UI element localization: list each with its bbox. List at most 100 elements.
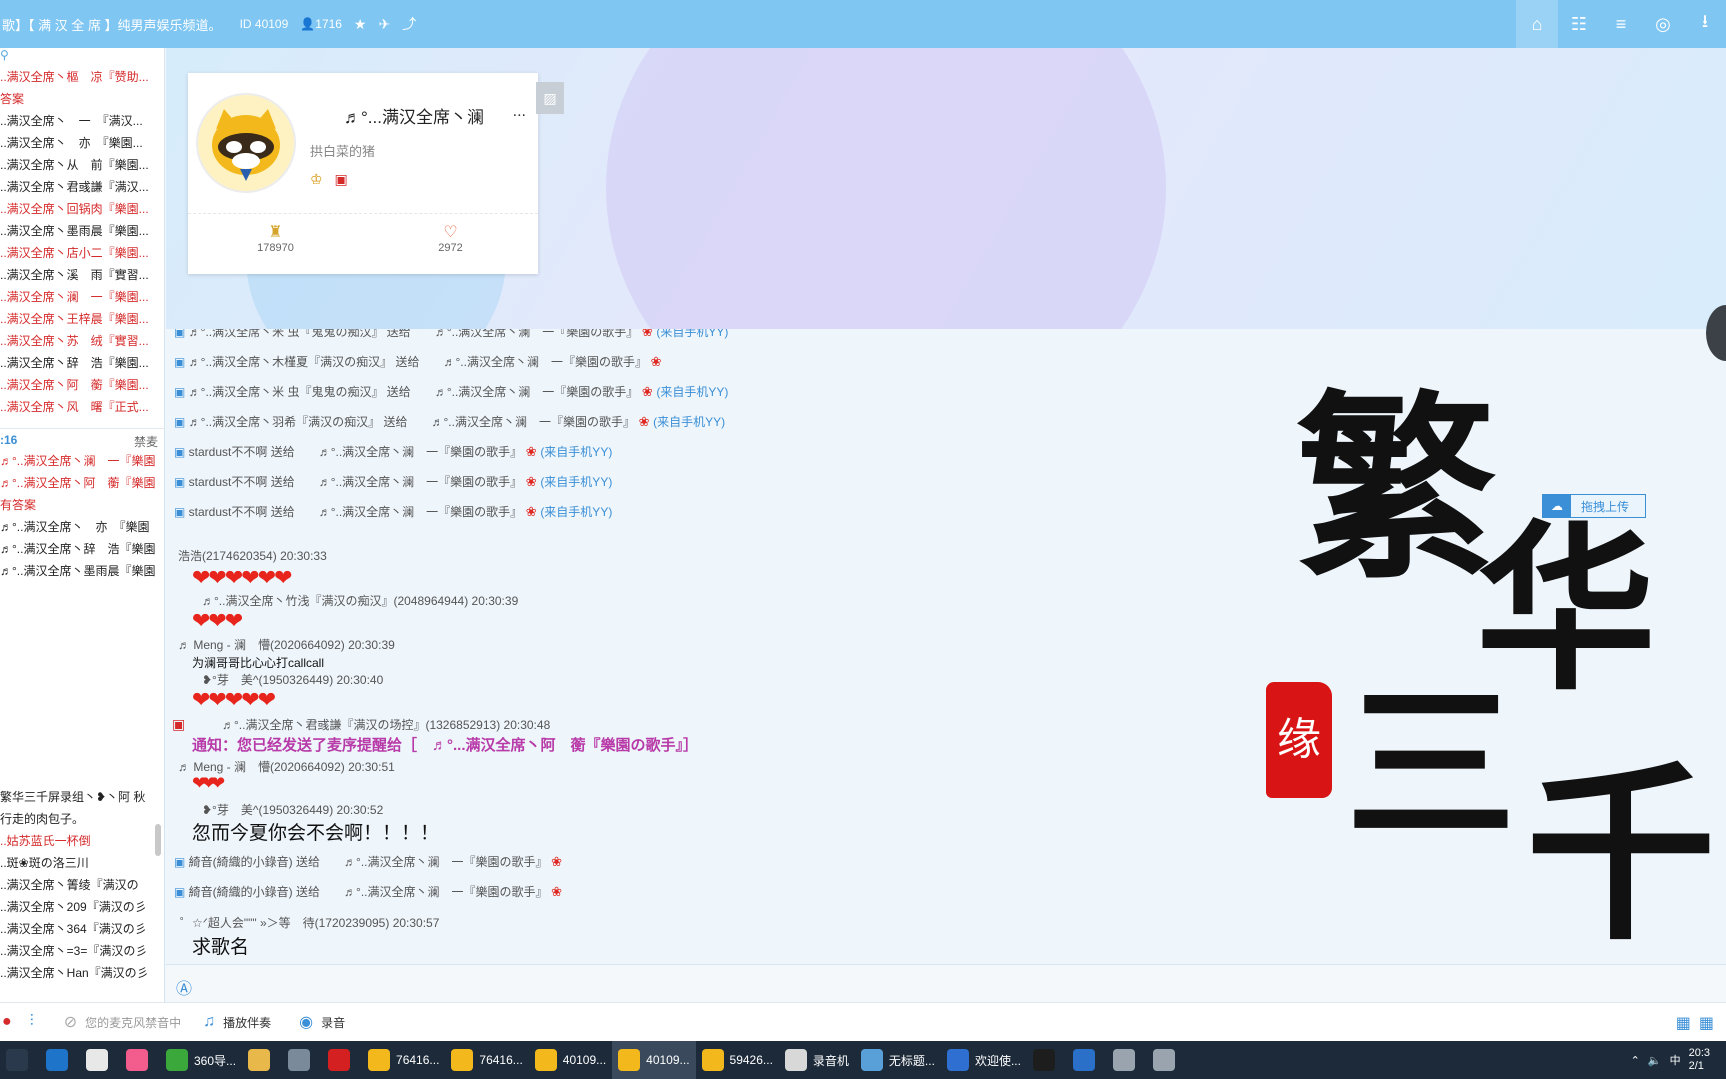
gift-receiver: ♬°..满汉全席丶澜 一『樂園の歌手』: [318, 475, 523, 489]
member-list-item[interactable]: ..满汉全席丶从 前『樂園...: [0, 154, 164, 176]
mic-queue-item[interactable]: 有答案: [0, 494, 164, 516]
anchor-name: ♬°...满汉全席丶澜: [344, 108, 484, 127]
mic-muted-status: ⊘ 您的麦克风禁音中: [64, 1012, 181, 1032]
scrollbar[interactable]: [155, 824, 161, 856]
plane-icon[interactable]: ✈: [378, 16, 390, 33]
list-icon[interactable]: ≡: [1600, 0, 1642, 48]
taskbar-item[interactable]: [282, 1041, 322, 1079]
member-list-item[interactable]: ..满汉全席丶辞 浩『樂園...: [0, 352, 164, 374]
trophy-stat[interactable]: ♜ 178970: [188, 214, 363, 274]
mic-muted-label: 您的麦克风禁音中: [85, 1015, 182, 1030]
member-list-item[interactable]: ..满汉全席丶王梓晨『樂園...: [0, 308, 164, 330]
audience-list-item[interactable]: 繁华三千屏录组丶❥丶阿 秋: [0, 786, 164, 808]
mute-mic-button[interactable]: 禁麦: [134, 433, 158, 450]
mic-queue-item[interactable]: ♬°..满汉全席丶墨雨晨『樂園: [0, 560, 164, 582]
member-list-item[interactable]: ..满汉全席丶 亦 『樂園...: [0, 132, 164, 154]
taskbar-item[interactable]: [1147, 1041, 1187, 1079]
gift-source: (来自手机YY): [540, 475, 613, 489]
drag-upload-button[interactable]: ☁ 拖拽上传: [1542, 494, 1646, 518]
taskbar-item[interactable]: [322, 1041, 362, 1079]
mic-queue-item[interactable]: ♬°..满汉全席丶辞 浩『樂園: [0, 538, 164, 560]
phone-icon: ▣: [174, 885, 189, 899]
member-list-item[interactable]: 答案: [0, 88, 164, 110]
taskbar-item[interactable]: [120, 1041, 160, 1079]
mic-queue-item[interactable]: ♬°..满汉全席丶澜 一『樂園: [0, 450, 164, 472]
contacts-icon[interactable]: ☷: [1558, 0, 1600, 48]
home-icon[interactable]: ⌂: [1516, 0, 1558, 48]
system-tray: ⌃ 🔈 中 20:3 2/1: [1631, 1041, 1726, 1079]
font-style-icon[interactable]: Ⓐ: [176, 975, 192, 999]
audience-list-item[interactable]: ..满汉全席丶364『满汉の彡: [0, 918, 164, 940]
more-button[interactable]: ...: [513, 103, 526, 121]
taskbar-item[interactable]: [1107, 1041, 1147, 1079]
phone-icon: ▣: [174, 475, 189, 489]
audience-list-item[interactable]: ..满汉全席丶=3=『满汉の彡: [0, 940, 164, 962]
taskbar-item[interactable]: 360导...: [160, 1041, 242, 1079]
member-list-item[interactable]: ..满汉全席丶苏 绒『實習...: [0, 330, 164, 352]
member-list-item[interactable]: ..满汉全席丶君彧謙『满汉...: [0, 176, 164, 198]
gift-receiver: ♬°..满汉全席丶澜 一『樂園の歌手』: [344, 885, 548, 899]
taskbar-item[interactable]: 40109...: [612, 1041, 696, 1079]
taskbar-item[interactable]: [1027, 1041, 1067, 1079]
taskbar-item[interactable]: 59426...: [696, 1041, 779, 1079]
share-icon[interactable]: ⤴: [402, 14, 416, 34]
taskbar-item[interactable]: 40109...: [529, 1041, 612, 1079]
audience-list-item[interactable]: ..斑❀斑の洛三川: [0, 852, 164, 874]
play-accompaniment-button[interactable]: ♫ 播放伴奏: [203, 1013, 271, 1031]
member-list-item[interactable]: ..满汉全席丶店小二『樂園...: [0, 242, 164, 264]
taskbar-item[interactable]: [40, 1041, 80, 1079]
mic-queue-item[interactable]: ♬°..满汉全席丶 亦 『樂園: [0, 516, 164, 538]
taskbar-item[interactable]: [1067, 1041, 1107, 1079]
rose-icon: ❀: [522, 474, 541, 489]
audience-list-item[interactable]: ..姑苏蓝氏一杯倒: [0, 830, 164, 852]
taskbar-item-label: 59426...: [729, 1053, 773, 1067]
member-list-item[interactable]: ..满汉全席丶风 曙『正式...: [0, 396, 164, 418]
taskbar-item[interactable]: [0, 1041, 40, 1079]
member-list-item[interactable]: ..满汉全席丶墨雨晨『樂園...: [0, 220, 164, 242]
clock[interactable]: 20:3 2/1: [1689, 1047, 1718, 1073]
taskbar-item[interactable]: 录音机: [779, 1041, 855, 1079]
ime-indicator[interactable]: 中: [1670, 1052, 1681, 1068]
raccoon-avatar-icon: [212, 109, 280, 181]
download-icon[interactable]: ⭳: [1684, 0, 1726, 48]
gamepad-icon[interactable]: ◎: [1642, 0, 1684, 48]
grid-icon[interactable]: ▦: [1699, 1015, 1722, 1032]
member-list-item[interactable]: ..满汉全席丶阿 蘅『樂園...: [0, 374, 164, 396]
taskbar-item[interactable]: 无标题...: [855, 1041, 941, 1079]
search-icon[interactable]: ⚲: [0, 48, 164, 66]
star-icon[interactable]: ★: [354, 16, 367, 33]
audience-list-item[interactable]: ..满汉全席丶209『满汉の彡: [0, 896, 164, 918]
channel-title: 歌】【 满 汉 全 席 】纯男声娱乐频道。: [2, 17, 222, 33]
member-list-item[interactable]: ..满汉全席丶澜 一『樂園...: [0, 286, 164, 308]
member-list-item[interactable]: ..满汉全席丶 一 『满汉...: [0, 110, 164, 132]
taskbar-item[interactable]: [80, 1041, 120, 1079]
member-list-item[interactable]: ..满汉全席丶樞 凉『赞助...: [0, 66, 164, 88]
anchor-signature: 拱白菜的猪: [310, 144, 376, 159]
member-list-item[interactable]: ..满汉全席丶溪 雨『實習...: [0, 264, 164, 286]
mic-queue-item[interactable]: ♬°..满汉全席丶阿 蘅『樂園: [0, 472, 164, 494]
calendar-icon[interactable]: ▦: [1676, 1015, 1699, 1032]
yy-icon: [618, 1049, 641, 1071]
speaker-icon[interactable]: 🔈: [1648, 1054, 1662, 1067]
avatar[interactable]: [196, 93, 296, 193]
gift-receiver: ♬°..满汉全席丶澜 一『樂園の歌手』: [431, 415, 635, 429]
taskbar-item[interactable]: 欢迎使...: [941, 1041, 1027, 1079]
image-icon[interactable]: ▨: [536, 82, 564, 114]
mic-icon[interactable]: ●: [2, 1013, 20, 1031]
audience-list-item[interactable]: ..满汉全席丶箐绫『满汉の: [0, 874, 164, 896]
music-note-icon: ♫: [203, 1013, 216, 1030]
taskbar-item-label: 76416...: [479, 1053, 523, 1067]
taskbar-item[interactable]: 76416...: [445, 1041, 528, 1079]
audience-list-item[interactable]: 行走的肉包子。: [0, 808, 164, 830]
taskbar-items: 360导... 76416... 76416... 40109... 40109... 5…: [0, 1041, 1187, 1079]
chevron-up-icon[interactable]: ⌃: [1631, 1054, 1640, 1067]
equalizer-icon[interactable]: ⫶: [30, 1013, 42, 1031]
record-button[interactable]: ◉ 录音: [299, 1012, 345, 1032]
like-stat[interactable]: ♡ 2972: [363, 214, 538, 274]
chat-input[interactable]: Ⓐ: [166, 964, 1726, 1002]
taskbar-item[interactable]: [242, 1041, 282, 1079]
audience-list-item[interactable]: ..满汉全席丶Han『满汉の彡: [0, 962, 164, 984]
taskbar-item[interactable]: 76416...: [362, 1041, 445, 1079]
member-list-item[interactable]: ..满汉全席丶回锅肉『樂園...: [0, 198, 164, 220]
